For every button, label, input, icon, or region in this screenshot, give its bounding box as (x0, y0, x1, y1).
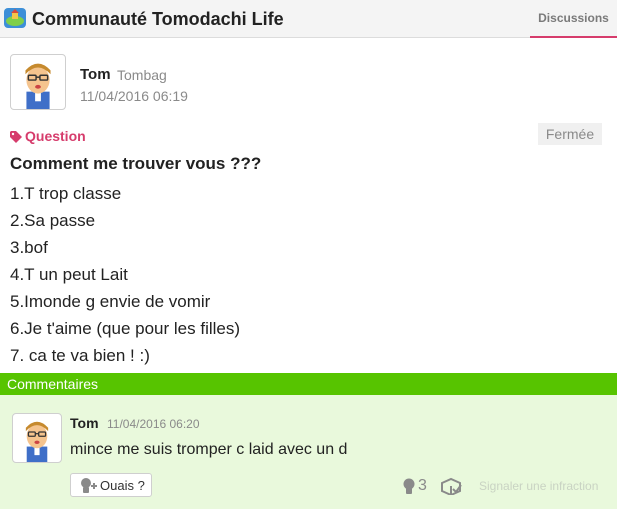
topic-label: Question (10, 128, 86, 144)
post-line: 3.bof (10, 238, 48, 257)
yeah-count-icon (402, 478, 416, 494)
post-line: 2.Sa passe (10, 211, 96, 230)
header-bar: Communauté Tomodachi Life Discussions (0, 0, 617, 38)
report-violation-link[interactable]: Signaler une infraction (479, 479, 598, 493)
post-line: 7. ca te va bien ! :) (10, 346, 150, 365)
post-timestamp: 11/04/2016 06:19 (80, 88, 188, 104)
post-heading: Comment me trouver vous ??? (10, 154, 262, 173)
yeah-count: 3 (418, 477, 427, 494)
mii-avatar-icon (25, 63, 51, 109)
post-line: 1.T trop classe (10, 184, 122, 203)
comment-author-name[interactable]: Tom (70, 415, 99, 431)
comment-timestamp: 11/04/2016 06:20 (107, 417, 200, 431)
yeah-button[interactable]: Ouais ? (70, 473, 152, 497)
topic-text: Question (25, 128, 86, 144)
mii-avatar-icon (25, 421, 49, 462)
author-name[interactable]: Tom (80, 66, 111, 83)
spoiler-icon (440, 477, 462, 497)
author-id: Tombag (117, 67, 167, 83)
author-avatar[interactable] (10, 54, 66, 110)
post-body: Comment me trouver vous ??? 1.T trop cla… (10, 153, 610, 369)
yeah-button-label: Ouais ? (100, 477, 145, 493)
page-title: Communauté Tomodachi Life (32, 9, 284, 29)
status-badge: Fermée (538, 123, 602, 145)
comment-text: mince me suis tromper c laid avec un d (70, 441, 348, 458)
comment-avatar[interactable] (12, 413, 62, 463)
tab-discussions[interactable]: Discussions (530, 0, 617, 38)
tomodachi-life-app-icon (4, 8, 26, 28)
yeah-icon (79, 477, 97, 493)
post-line: 5.Imonde g envie de vomir (10, 292, 211, 311)
post-line: 6.Je t'aime (que pour les filles) (10, 319, 241, 338)
comments-section-header: Commentaires (0, 373, 617, 395)
tag-icon (10, 130, 22, 143)
post-line: 4.T un peut Lait (10, 265, 128, 284)
